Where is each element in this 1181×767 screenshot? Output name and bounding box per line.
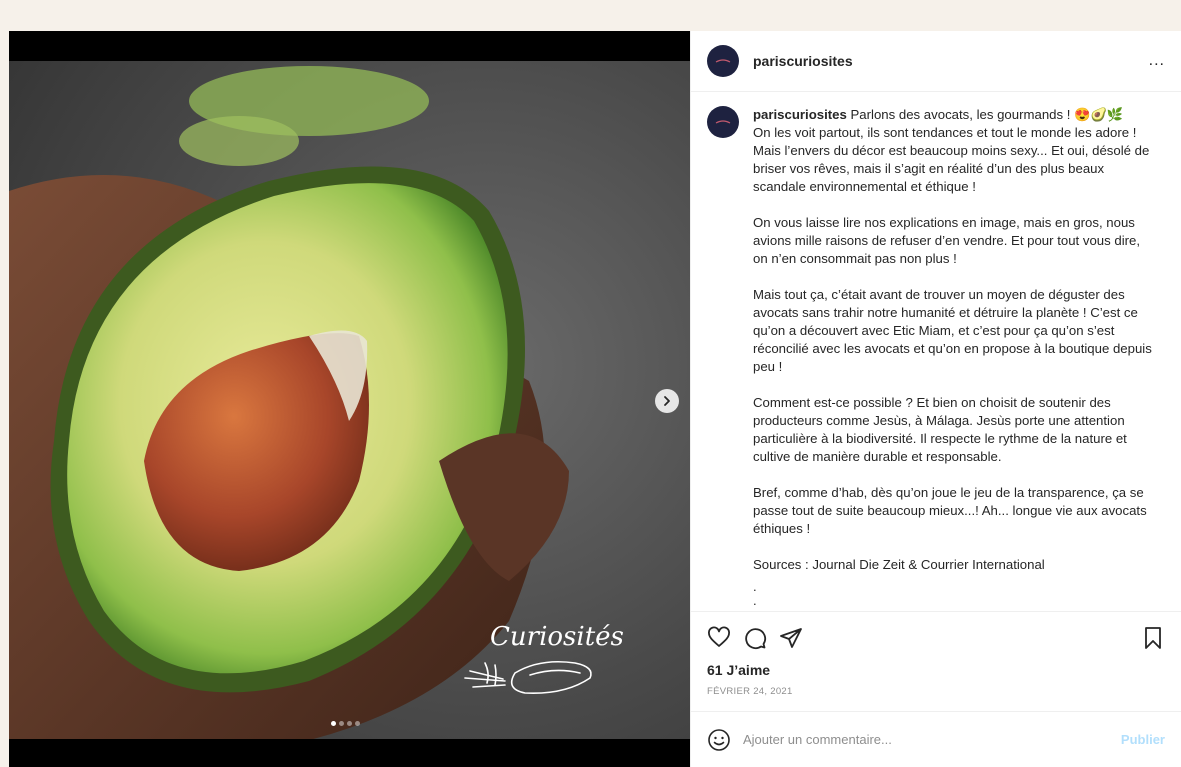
- logo-text: Curiosités: [490, 622, 624, 652]
- caption-paragraph: On vous laisse lire nos explications en …: [753, 215, 1141, 266]
- caption-paragraph: Comment est-ce possible ? Et bien on cho…: [753, 395, 1127, 464]
- post-header: pariscuriosites ...: [691, 31, 1181, 92]
- more-icon[interactable]: ...: [1149, 52, 1165, 70]
- caption: pariscuriosites Parlons des avocats, les…: [707, 106, 1165, 608]
- post-sidebar: pariscuriosites ... pariscuriosites Parl…: [690, 31, 1181, 767]
- comment-icon[interactable]: [743, 626, 767, 650]
- chevron-right-icon: [664, 396, 670, 406]
- caption-text: pariscuriosites Parlons des avocats, les…: [753, 106, 1153, 608]
- comment-input[interactable]: [743, 732, 1121, 747]
- carousel-dot: [331, 721, 336, 726]
- likes-count[interactable]: 61 J’aime: [707, 662, 1165, 678]
- caption-dot: .: [753, 593, 757, 608]
- post-card: Curiosités pariscuriosites ... pariscuri…: [9, 31, 1181, 767]
- carousel-dot: [339, 721, 344, 726]
- caption-paragraph: Sources : Journal Die Zeit & Courrier In…: [753, 557, 1045, 572]
- caption-dot: .: [753, 579, 757, 594]
- caption-paragraph: pariscuriosites Parlons des avocats, les…: [753, 106, 1153, 196]
- share-icon[interactable]: [779, 626, 803, 650]
- publish-button[interactable]: Publier: [1121, 732, 1165, 747]
- action-icons: [707, 624, 1165, 652]
- header-username[interactable]: pariscuriosites: [753, 53, 1149, 69]
- logo-mark-icon: [715, 120, 731, 124]
- comment-row: Publier: [691, 711, 1181, 767]
- logo-mark-icon: [715, 59, 731, 63]
- carousel-indicator: [331, 721, 360, 726]
- carousel-next-button[interactable]: [655, 389, 679, 413]
- actions-bar: 61 J’aime FÉVRIER 24, 2021: [691, 611, 1181, 697]
- post-date: FÉVRIER 24, 2021: [707, 686, 793, 697]
- caption-paragraph: Mais tout ça, c’était avant de trouver u…: [753, 287, 1152, 374]
- caption-area: pariscuriosites Parlons des avocats, les…: [691, 92, 1181, 611]
- caption-avatar[interactable]: [707, 106, 739, 138]
- avatar[interactable]: [707, 45, 739, 77]
- caption-username[interactable]: pariscuriosites: [753, 107, 847, 122]
- emoji-icon[interactable]: [707, 728, 731, 752]
- post-media: Curiosités: [9, 31, 690, 767]
- caption-paragraph: Bref, comme d’hab, dès qu’on joue le jeu…: [753, 485, 1147, 536]
- carousel-dot: [347, 721, 352, 726]
- curiosites-logo: Curiosités: [464, 622, 624, 695]
- carousel-dot: [355, 721, 360, 726]
- bookmark-icon[interactable]: [1141, 626, 1165, 650]
- heart-icon[interactable]: [707, 626, 731, 650]
